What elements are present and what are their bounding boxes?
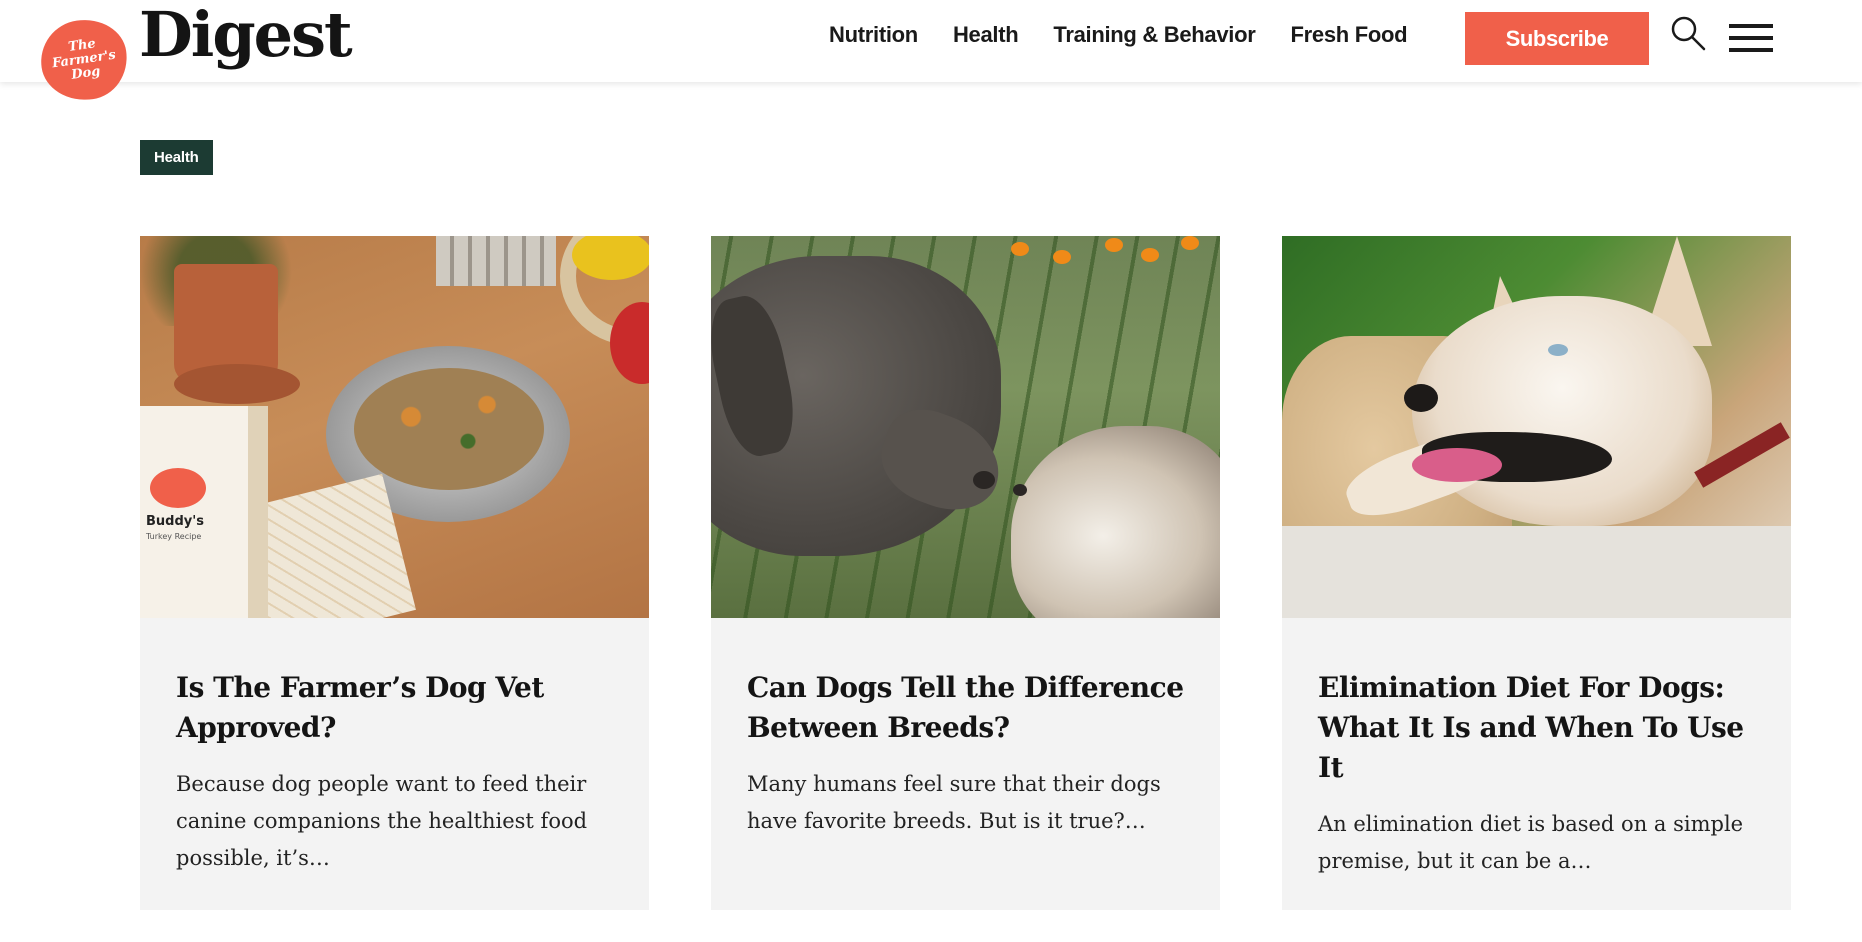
nav-health[interactable]: Health	[953, 22, 1019, 48]
hamburger-menu-icon	[1729, 24, 1773, 52]
nav-nutrition[interactable]: Nutrition	[829, 22, 918, 48]
article-image-dogs-sniffing[interactable]	[711, 236, 1220, 618]
article-title[interactable]: Elimination Diet For Dogs: What It Is an…	[1318, 668, 1755, 788]
article-excerpt: Because dog people want to feed their ca…	[176, 772, 588, 870]
site-header: The Farmer's Dog Digest Nutrition Health…	[0, 0, 1862, 106]
pack-subtitle: Turkey Recipe	[146, 532, 202, 541]
article-card[interactable]: Can Dogs Tell the Difference Between Bre…	[711, 236, 1220, 910]
pack-logo	[150, 468, 206, 508]
farmers-dog-logo[interactable]: The Farmer's Dog	[35, 14, 133, 106]
search-button[interactable]	[1669, 14, 1709, 54]
subscribe-button[interactable]: Subscribe	[1465, 12, 1649, 65]
category-tag-health[interactable]: Health	[140, 140, 213, 175]
article-title[interactable]: Can Dogs Tell the Difference Between Bre…	[747, 668, 1184, 748]
logo-text: The Farmer's Dog	[51, 36, 117, 83]
article-image-kitchen[interactable]: Buddy's Turkey Recipe	[140, 236, 649, 618]
menu-button[interactable]	[1729, 24, 1773, 56]
pack-name: Buddy's	[146, 514, 204, 529]
article-excerpt: Many humans feel sure that their dogs ha…	[747, 772, 1161, 833]
main-nav: Nutrition Health Training & Behavior Fre…	[829, 22, 1442, 48]
article-card[interactable]: Elimination Diet For Dogs: What It Is an…	[1282, 236, 1791, 910]
article-excerpt: An elimination diet is based on a simple…	[1318, 812, 1744, 873]
nav-fresh-food[interactable]: Fresh Food	[1291, 22, 1408, 48]
nav-training-behavior[interactable]: Training & Behavior	[1053, 22, 1255, 48]
article-card[interactable]: Buddy's Turkey Recipe Is The Farmer’s Do…	[140, 236, 649, 910]
search-icon	[1671, 16, 1706, 51]
article-image-husky[interactable]	[1282, 236, 1791, 618]
article-title[interactable]: Is The Farmer’s Dog Vet Approved?	[176, 668, 613, 748]
digest-wordmark[interactable]: Digest	[139, 0, 353, 70]
